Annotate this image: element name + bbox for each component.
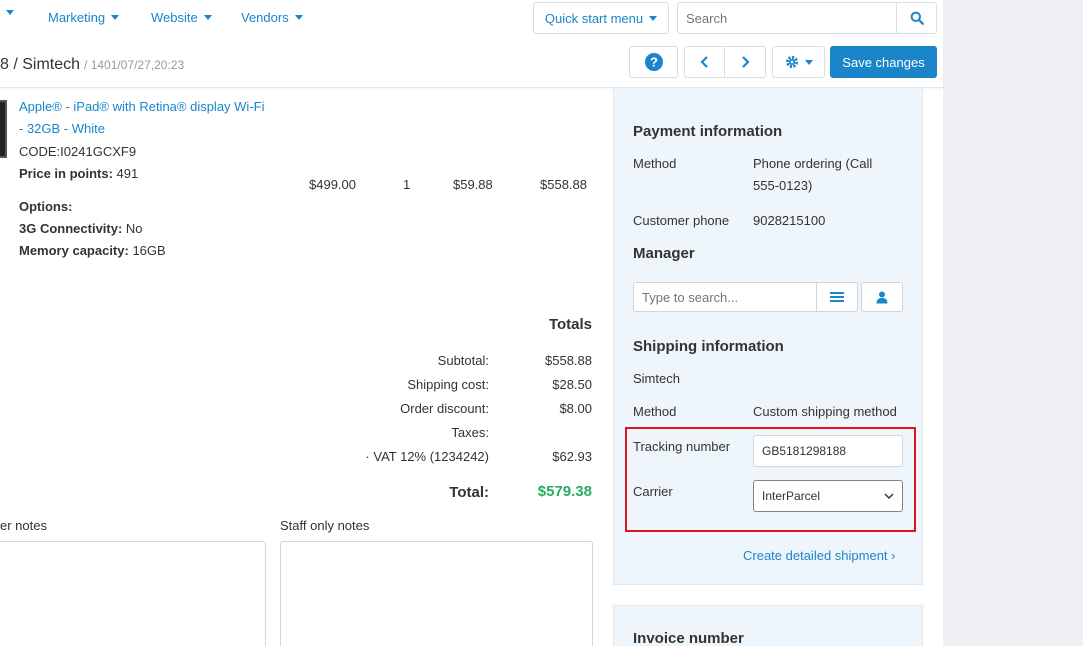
carrier-value: InterParcel (762, 489, 821, 503)
chevron-down-icon (649, 15, 658, 21)
option-label: 3G Connectivity: (19, 221, 123, 236)
customer-phone-label: Customer phone (633, 213, 730, 228)
options-label: Options: (19, 199, 73, 214)
nav-item-marketing[interactable]: Marketing (48, 10, 120, 25)
top-navigation: s Marketing Website Vendors Quick start … (0, 0, 943, 40)
totals-label: Shipping cost: (407, 377, 489, 392)
chevron-down-icon (884, 492, 894, 499)
total-value: $579.38 (537, 483, 592, 500)
points-label: Price in points: (19, 166, 113, 181)
chevron-right-icon (742, 56, 750, 68)
totals-label: Subtotal: (437, 353, 489, 368)
chevron-down-icon (111, 15, 120, 20)
shipping-information-heading: Shipping information (633, 338, 784, 355)
product-subtotal: $558.88 (540, 177, 587, 192)
manager-user-button[interactable] (861, 282, 903, 312)
chevron-down-icon (294, 15, 303, 20)
previous-order-button[interactable] (684, 46, 725, 78)
nav-item-label: Website (151, 10, 198, 25)
order-title-text: 8 / Simtech (0, 56, 81, 73)
help-icon: ? (644, 53, 663, 71)
tracking-number-label: Tracking number (633, 439, 731, 454)
search-icon (910, 11, 924, 25)
customer-phone-value: 9028215100 (753, 213, 826, 228)
option-label: Memory capacity: (19, 243, 129, 258)
totals-label: Order discount: (400, 401, 489, 416)
manager-heading: Manager (633, 245, 695, 262)
gear-icon (785, 56, 798, 68)
totals-label: · VAT 12% (1234242) (365, 449, 489, 464)
nav-item-vendors[interactable]: Vendors (241, 10, 303, 25)
product-tax: $59.88 (453, 177, 493, 192)
totals-label: Taxes: (451, 425, 489, 440)
nav-item-label: Marketing (48, 10, 106, 25)
save-changes-button[interactable]: Save changes (830, 46, 937, 78)
product-points: Price in points: 491 (19, 166, 138, 181)
next-order-button[interactable] (724, 46, 766, 78)
list-icon (830, 292, 844, 302)
points-value: 491 (116, 166, 139, 181)
create-detailed-shipment-link[interactable]: Create detailed shipment › (743, 548, 895, 563)
payment-method-value-cont: 555-0123) (753, 178, 813, 193)
product-code: CODE:I0241GCXF9 (19, 144, 137, 159)
payment-method-label: Method (633, 156, 677, 171)
chevron-left-icon (699, 56, 708, 68)
staff-notes-field[interactable] (280, 541, 593, 646)
product-thumbnail[interactable] (0, 100, 7, 158)
quick-start-label: Quick start menu (544, 10, 644, 26)
order-toolbar: 8 / Simtech/ 1401/07/27,20:23 ? Save cha… (0, 40, 943, 88)
nav-item-website[interactable]: Website (151, 10, 212, 25)
page-gutter (943, 0, 1083, 646)
page-title: 8 / Simtech/ 1401/07/27,20:23 (0, 56, 184, 74)
settings-dropdown-button[interactable] (772, 46, 825, 78)
help-button[interactable]: ? (629, 46, 678, 78)
totals-value: $62.93 (552, 449, 592, 464)
chevron-down-icon (6, 10, 14, 15)
shipping-company: Simtech (633, 371, 680, 386)
quick-start-menu-button[interactable]: Quick start menu (533, 2, 669, 34)
option-value: No (125, 221, 143, 236)
search-box (677, 2, 937, 34)
totals-value: $558.88 (545, 353, 592, 368)
shipping-method-value: Custom shipping method (753, 404, 897, 419)
totals-value: $8.00 (559, 401, 592, 416)
manager-search-input[interactable] (633, 282, 817, 312)
totals-value: $28.50 (552, 377, 592, 392)
search-input[interactable] (678, 3, 896, 33)
totals-heading: Totals (548, 316, 592, 333)
product-quantity: 1 (403, 177, 411, 192)
tracking-number-input[interactable]: GB5181298188 (753, 435, 903, 467)
option-value: 16GB (132, 243, 166, 258)
chevron-down-icon (203, 15, 212, 20)
payment-information-heading: Payment information (633, 123, 783, 140)
search-button[interactable] (896, 3, 936, 33)
carrier-label: Carrier (633, 484, 673, 499)
customer-notes-label: er notes (0, 518, 47, 533)
product-name-link[interactable]: Apple® - iPad® with Retina® display Wi-F… (19, 96, 269, 140)
nav-item-label: Vendors (241, 10, 289, 25)
user-icon (876, 291, 888, 303)
customer-notes-field[interactable] (0, 541, 266, 646)
order-date: / 1401/07/27,20:23 (84, 58, 185, 72)
total-label: Total: (449, 484, 489, 501)
shipping-method-label: Method (633, 404, 677, 419)
carrier-select[interactable]: InterParcel (753, 480, 903, 512)
svg-text:?: ? (650, 55, 658, 70)
option-row: Memory capacity: 16GB (19, 243, 166, 258)
payment-method-value: Phone ordering (Call (753, 156, 873, 171)
product-price: $499.00 (309, 177, 356, 192)
option-row: 3G Connectivity: No (19, 221, 143, 236)
tracking-number-value: GB5181298188 (762, 444, 847, 458)
invoice-number-heading: Invoice number (633, 630, 744, 646)
nav-item-prev[interactable]: s (0, 10, 14, 15)
chevron-down-icon (804, 59, 813, 65)
staff-notes-label: Staff only notes (280, 518, 370, 533)
manager-list-button[interactable] (816, 282, 858, 312)
